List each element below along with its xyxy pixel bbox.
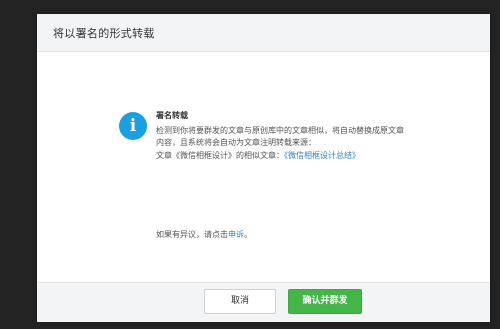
info-icon: i xyxy=(119,112,147,140)
cancel-button[interactable]: 取消 xyxy=(204,289,276,314)
repost-dialog: 将以署名的形式转载 i 署名转载 检测到你将要群发的文章与原创库中的文章相似，将… xyxy=(37,14,490,322)
message-line-2: 内容，且系统将会自动为文章注明转载来源： xyxy=(156,138,316,147)
appeal-link[interactable]: 申诉 xyxy=(228,230,244,239)
dialog-footer: 取消 确认并群发 xyxy=(37,282,490,322)
confirm-send-button[interactable]: 确认并群发 xyxy=(288,289,362,314)
dialog-body: i 署名转载 检测到你将要群发的文章与原创库中的文章相似，将自动替换成原文章 内… xyxy=(37,52,490,282)
message-line-1: 检测到你将要群发的文章与原创库中的文章相似，将自动替换成原文章 xyxy=(156,125,404,135)
source-prefix: 文章《微信相框设计》的相似文章： xyxy=(156,150,284,160)
source-line: 文章《微信相框设计》的相似文章：《微信相框设计总结》 xyxy=(156,150,456,163)
message-block: 署名转载 检测到你将要群发的文章与原创库中的文章相似，将自动替换成原文章 内容，… xyxy=(156,110,456,162)
objection-line: 如果有异议，请点击申诉。 xyxy=(156,229,252,240)
dialog-title: 将以署名的形式转载 xyxy=(53,27,155,40)
message-heading: 署名转载 xyxy=(156,111,188,120)
dialog-header: 将以署名的形式转载 xyxy=(37,14,490,52)
objection-prefix: 如果有异议，请点击 xyxy=(156,230,228,239)
objection-suffix: 。 xyxy=(244,230,252,239)
source-article-link[interactable]: 《微信相框设计总结》 xyxy=(284,151,360,160)
